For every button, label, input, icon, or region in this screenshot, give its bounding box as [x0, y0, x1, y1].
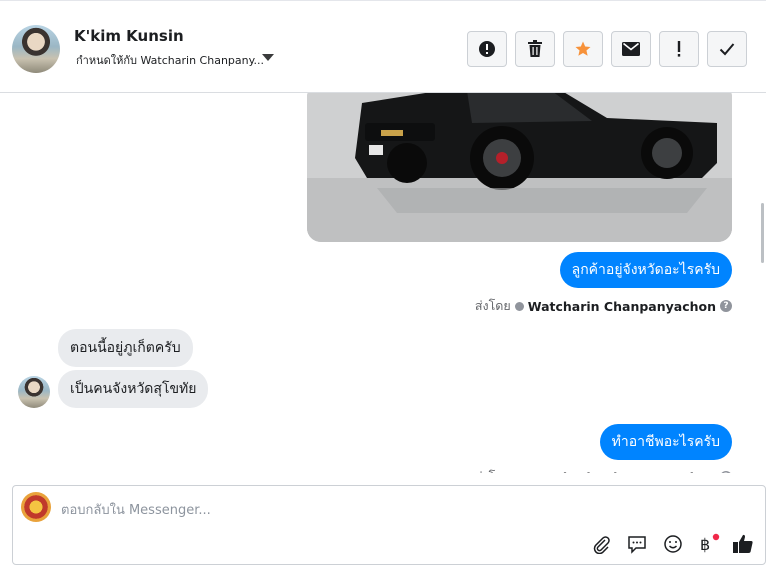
payment-button[interactable]: ฿ [697, 532, 721, 556]
check-icon [719, 43, 735, 56]
payment-icon: ฿ [700, 533, 720, 554]
question-icon[interactable]: ? [720, 471, 732, 473]
sent-by-prefix: ส่งโดย [474, 298, 511, 313]
delete-button[interactable] [515, 31, 555, 67]
trash-icon [528, 40, 542, 57]
attach-button[interactable] [589, 532, 613, 556]
sent-by-label: ส่งโดย Watcharin Chanpanyachon ? [475, 296, 732, 316]
outgoing-message[interactable]: ลูกค้าอยู่จังหวัดอะไรครับ [559, 252, 732, 288]
contact-avatar-small[interactable] [18, 376, 50, 408]
question-icon[interactable]: ? [720, 300, 732, 312]
emoji-button[interactable] [661, 532, 685, 556]
like-icon [733, 534, 753, 553]
alert-circle-icon [479, 41, 495, 57]
check-mark-icon [514, 472, 524, 473]
conversation-header: K'kim Kunsin กำหนดให้กับ Watcharin Chanp… [0, 0, 766, 93]
saved-reply-button[interactable] [625, 532, 649, 556]
assign-dropdown-icon[interactable] [262, 54, 274, 61]
scrollbar[interactable] [761, 203, 764, 263]
check-mark-icon [514, 301, 524, 311]
sent-by-label-clipped: ส่งโดย Watcharin Chanpanyachon ? [475, 467, 732, 473]
like-button[interactable] [731, 532, 755, 556]
saved-reply-icon [628, 536, 646, 554]
mark-done-button[interactable] [707, 31, 747, 67]
star-button[interactable] [563, 31, 603, 67]
shared-photo[interactable] [307, 93, 732, 242]
incoming-message[interactable]: ตอนนี้อยู่ภูเก็ตครับ [58, 329, 193, 367]
paperclip-icon [593, 536, 610, 554]
exclamation-icon [677, 41, 681, 57]
contact-name[interactable]: K'kim Kunsin [74, 27, 184, 45]
mark-unread-button[interactable] [611, 31, 651, 67]
report-spam-button[interactable] [467, 31, 507, 67]
reply-composer: ฿ [12, 485, 766, 565]
truck-photo [307, 93, 732, 242]
sent-by-name[interactable]: Watcharin Chanpanyachon [528, 299, 716, 314]
envelope-icon [622, 42, 640, 56]
contact-avatar[interactable] [12, 25, 60, 73]
follow-up-button[interactable] [659, 31, 699, 67]
outgoing-message[interactable]: ทำอาชีพอะไรครับ [599, 424, 732, 460]
emoji-icon [664, 535, 682, 553]
incoming-message[interactable]: เป็นคนจังหวัดสุโขทัย [58, 370, 209, 408]
star-icon [575, 41, 591, 56]
reply-input[interactable] [61, 500, 561, 520]
sent-by-prefix: ส่งโดย [475, 467, 511, 473]
message-thread[interactable]: ลูกค้าอยู่จังหวัดอะไรครับ ส่งโดย Watchar… [0, 93, 766, 473]
svg-text:฿: ฿ [700, 535, 710, 554]
assigned-to-label[interactable]: กำหนดให้กับ Watcharin Chanpany... [76, 51, 264, 69]
page-avatar [21, 492, 51, 522]
sent-by-name[interactable]: Watcharin Chanpanyachon [528, 470, 716, 474]
